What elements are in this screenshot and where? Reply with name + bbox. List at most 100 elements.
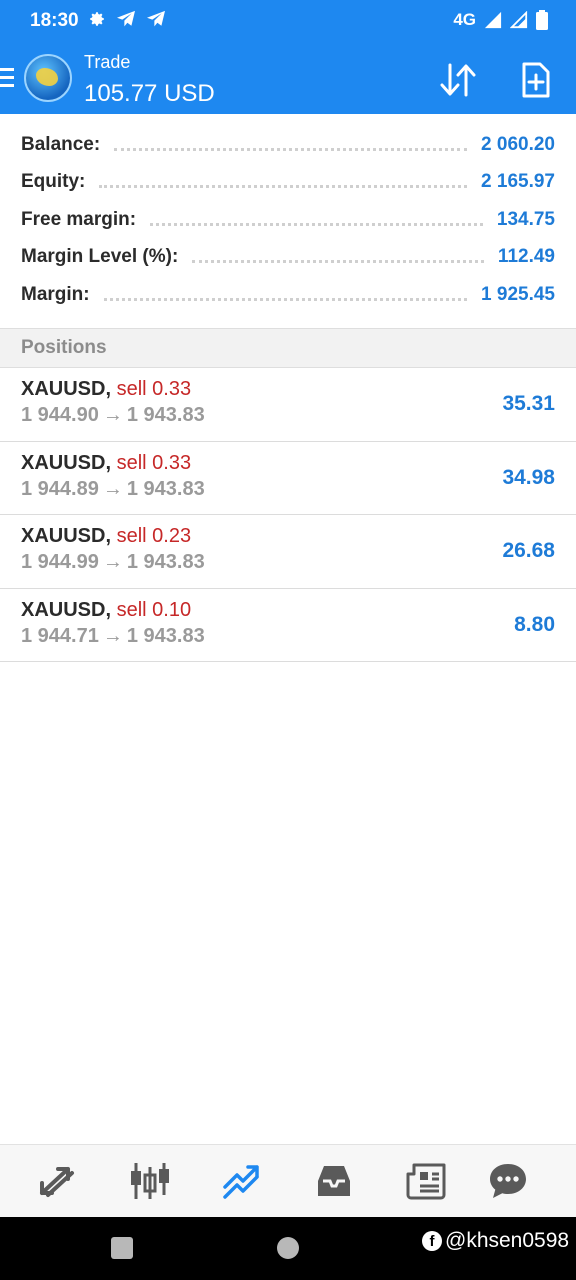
telegram-icon: [117, 10, 135, 27]
price-arrow: →: [102, 477, 123, 500]
position-side-volume: sell 0.10: [116, 598, 192, 621]
quotes-icon: [40, 1167, 74, 1197]
position-symbol: XAUUSD,: [21, 451, 112, 474]
status-icons-right: 4G: [453, 10, 548, 30]
position-prices: 1 944.89 → 1 943.83: [21, 478, 205, 501]
position-profit: 26.68: [502, 539, 555, 562]
position-current-price: 1 943.83: [126, 404, 205, 426]
watermark-handle: @khsen0598: [445, 1229, 570, 1252]
dotted-leader: [103, 297, 468, 301]
account-label: Equity:: [21, 171, 86, 193]
chart-icon: [131, 1163, 169, 1199]
history-icon: [318, 1166, 350, 1196]
tab-trade[interactable]: [220, 1159, 264, 1203]
position-symbol: XAUUSD,: [21, 525, 112, 547]
sort-icon: [440, 63, 476, 97]
account-label: Margin Level (%):: [21, 246, 179, 268]
dotted-leader: [150, 222, 483, 226]
position-prices: 1 944.99 → 1 943.83: [21, 551, 205, 574]
position-profit: 34.98: [502, 465, 555, 489]
status-time: 18:30: [30, 10, 79, 31]
account-row: Margin Level (%): 112.49: [0, 239, 576, 277]
system-nav-bar: f @khsen0598: [0, 1217, 576, 1280]
account-value: 134.75: [496, 208, 555, 230]
account-row: Free margin: 134.75: [0, 201, 576, 239]
tab-messages[interactable]: [486, 1159, 530, 1203]
messages-icon: [490, 1164, 526, 1198]
account-row: Balance: 2 060.20: [0, 126, 576, 164]
recents-button[interactable]: [111, 1237, 133, 1259]
position-current-price: 1 943.83: [126, 477, 205, 500]
header-profit-value: 105.77 USD: [84, 80, 215, 107]
signal-icon: [510, 11, 528, 29]
position-side-volume: sell 0.33: [116, 378, 192, 400]
home-button[interactable]: [277, 1237, 299, 1259]
position-side-volume: sell 0.33: [116, 451, 192, 474]
position-profit: 35.31: [502, 392, 555, 415]
app-logo: [24, 54, 72, 102]
price-arrow: →: [102, 551, 123, 573]
signal-icon: [484, 11, 502, 29]
tab-chart[interactable]: [128, 1159, 172, 1203]
account-row: Margin: 1 925.45: [0, 276, 576, 314]
battery-icon: [536, 10, 548, 30]
position-open-price: 1 944.99: [21, 551, 99, 573]
position-row[interactable]: XAUUSD, sell 0.33 1 944.89 → 1 943.83 34.98: [0, 442, 576, 515]
new-order-icon: [522, 62, 550, 98]
position-title: XAUUSD, sell 0.33: [21, 378, 191, 401]
dotted-leader: [99, 184, 468, 189]
sort-button[interactable]: [438, 60, 478, 100]
position-prices: 1 944.90 → 1 943.83: [21, 404, 205, 427]
dotted-leader: [114, 147, 468, 151]
dotted-leader: [192, 259, 484, 264]
tab-news[interactable]: [404, 1159, 448, 1203]
bottom-tab-bar: [0, 1144, 576, 1217]
price-arrow: →: [102, 624, 123, 647]
new-order-button[interactable]: [516, 60, 556, 100]
position-open-price: 1 944.89: [21, 477, 99, 500]
network-type: 4G: [453, 10, 476, 29]
position-title: XAUUSD, sell 0.33: [21, 452, 191, 475]
position-side-volume: sell 0.23: [116, 525, 192, 547]
positions-header: Positions: [0, 328, 576, 368]
position-row[interactable]: XAUUSD, sell 0.10 1 944.71 → 1 943.83 8.80: [0, 589, 576, 662]
account-label: Balance:: [21, 133, 101, 155]
menu-icon[interactable]: [0, 68, 14, 88]
position-title: XAUUSD, sell 0.23: [21, 525, 191, 548]
tab-quotes[interactable]: [36, 1159, 80, 1203]
position-title: XAUUSD, sell 0.10: [21, 599, 191, 622]
account-value: 2 060.20: [481, 133, 555, 155]
tab-history[interactable]: [312, 1159, 356, 1203]
telegram-icon: [147, 10, 165, 27]
account-label: Free margin:: [21, 208, 137, 230]
top-bar: 18:30 4G Trade 105.77 USD: [0, 0, 576, 114]
watermark: f @khsen0598: [422, 1229, 569, 1253]
status-bar: 18:30 4G: [0, 0, 576, 42]
position-profit: 8.80: [514, 612, 555, 636]
page-title: Trade: [84, 52, 131, 72]
facebook-icon: f: [422, 1231, 442, 1251]
position-symbol: XAUUSD,: [21, 598, 112, 621]
account-label: Margin:: [21, 283, 90, 305]
account-summary: Balance: 2 060.20 Equity: 2 165.97 Free marg…: [0, 126, 576, 314]
position-open-price: 1 944.71: [21, 624, 99, 647]
position-row[interactable]: XAUUSD, sell 0.33 1 944.90 → 1 943.83 35.31: [0, 368, 576, 442]
position-prices: 1 944.71 → 1 943.83: [21, 625, 205, 648]
account-value: 1 925.45: [481, 283, 555, 305]
position-symbol: XAUUSD,: [21, 378, 112, 400]
position-current-price: 1 943.83: [126, 551, 205, 573]
account-row: Equity: 2 165.97: [0, 164, 576, 202]
positions-title: Positions: [21, 337, 107, 358]
news-icon: [406, 1163, 446, 1200]
trade-icon: [223, 1165, 259, 1199]
app-header: Trade 105.77 USD: [0, 42, 576, 114]
account-value: 112.49: [497, 246, 555, 268]
position-open-price: 1 944.90: [21, 404, 99, 426]
status-icons-left: [88, 10, 166, 28]
price-arrow: →: [102, 404, 123, 426]
position-current-price: 1 943.83: [126, 624, 205, 647]
account-value: 2 165.97: [481, 171, 555, 193]
settings-gear-icon: [90, 12, 104, 26]
positions-list: XAUUSD, sell 0.33 1 944.90 → 1 943.83 35.31 X…: [0, 368, 576, 662]
position-row[interactable]: XAUUSD, sell 0.23 1 944.99 → 1 943.83 26.68: [0, 515, 576, 589]
